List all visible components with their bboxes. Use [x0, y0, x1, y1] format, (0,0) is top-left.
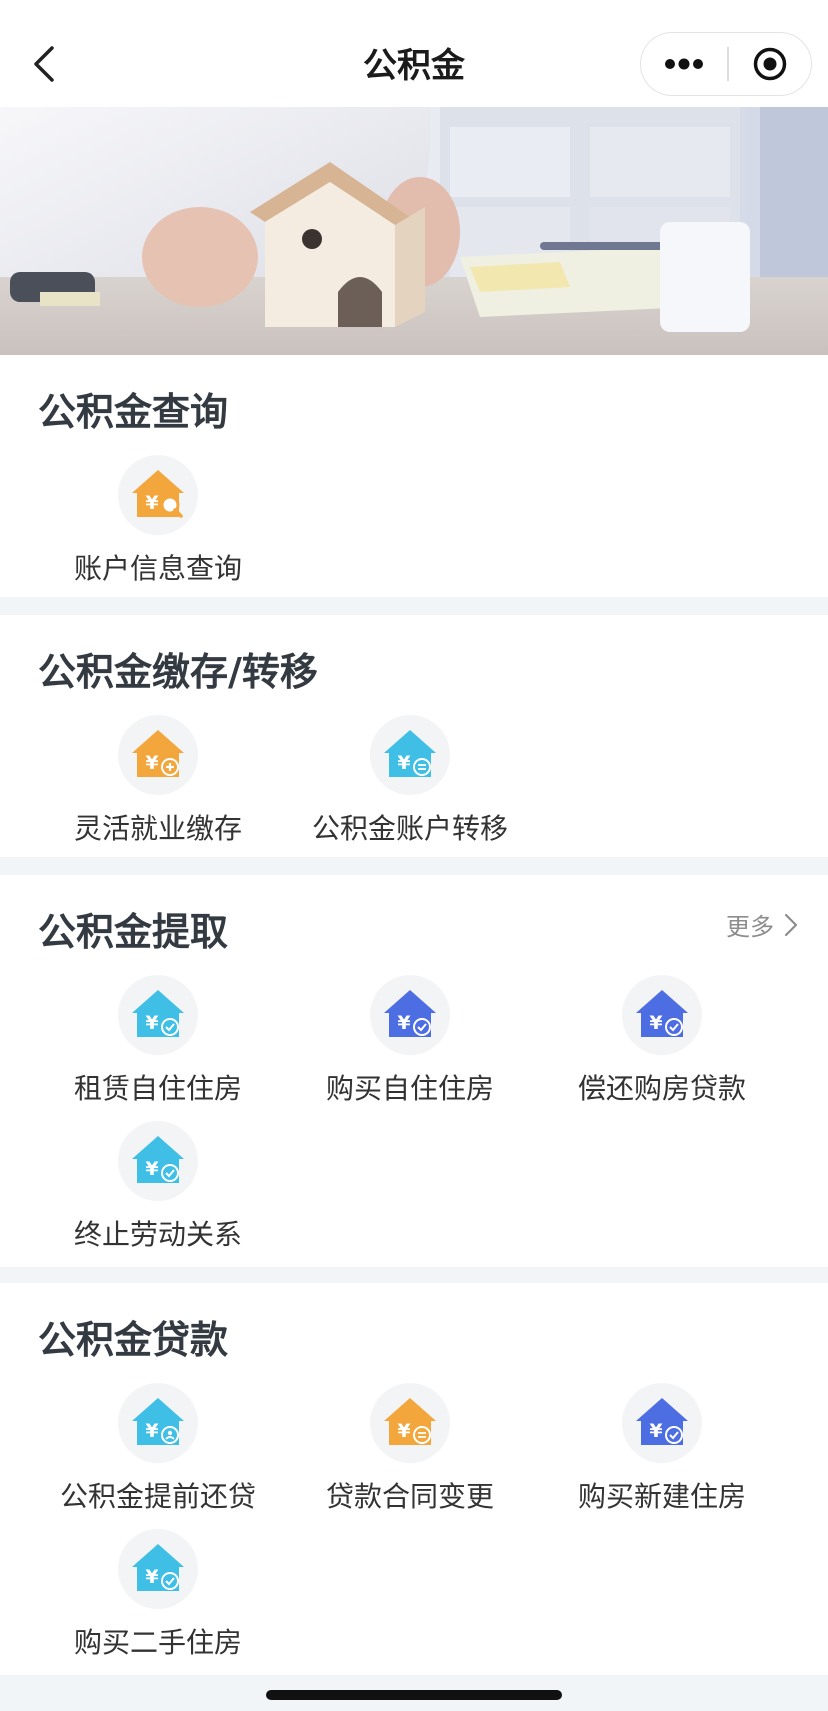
close-button[interactable]: [728, 33, 812, 94]
section-loan: 公积金贷款 ¥ 公积金提前还贷 ¥ 贷款合同变更 ¥ 购买新建住房 ¥ 购买二手…: [0, 1283, 828, 1675]
section-title: 公积金缴存/转移: [38, 650, 318, 694]
section-withdrawal: 公积金提取 更多 ¥ 租赁自住住房 ¥ 购买自住住房 ¥ 偿还购房贷款 ¥ 终止…: [0, 875, 828, 1267]
section-title: 公积金贷款: [38, 1318, 229, 1362]
grid-item-buy-second-hand-housing[interactable]: ¥ 购买二手住房: [32, 1529, 284, 1659]
banner-image[interactable]: [0, 107, 828, 355]
grid-item-label: 终止劳动关系: [73, 1218, 242, 1251]
target-close-icon: [753, 47, 787, 80]
house-check-icon: ¥: [132, 1136, 184, 1183]
section-query: 公积金查询 ¥ 账户信息查询: [0, 355, 828, 597]
section-title: 公积金查询: [38, 390, 229, 434]
icon-circle: ¥: [118, 455, 198, 535]
grid-item-buy-new-housing[interactable]: ¥ 购买新建住房: [536, 1383, 788, 1513]
icon-circle: ¥: [622, 975, 702, 1055]
grid-item-label: 公积金提前还贷: [59, 1480, 256, 1513]
house-check-icon: ¥: [132, 990, 184, 1037]
svg-text:¥: ¥: [145, 1566, 158, 1588]
grid-item-flexible-employment-deposit[interactable]: ¥ 灵活就业缴存: [32, 715, 284, 845]
icon-circle: ¥: [118, 975, 198, 1055]
section-title: 公积金提取: [38, 910, 229, 954]
home-indicator[interactable]: [266, 1690, 562, 1700]
house-person-icon: ¥: [132, 1398, 184, 1445]
grid-item-label: 账户信息查询: [73, 552, 242, 585]
svg-text:¥: ¥: [145, 752, 158, 774]
grid-item-label: 租赁自住住房: [73, 1072, 242, 1105]
more-dots-icon: [665, 58, 703, 69]
house-transfer-icon: ¥: [384, 730, 436, 777]
navigation-bar: 公积金: [0, 0, 828, 107]
house-check-icon: ¥: [636, 990, 688, 1037]
grid-item-label: 购买新建住房: [577, 1480, 746, 1513]
grid-item-label: 公积金账户转移: [311, 812, 508, 845]
icon-circle: ¥: [118, 1121, 198, 1201]
icon-circle: ¥: [118, 1529, 198, 1609]
section-deposit-transfer: 公积金缴存/转移 ¥ 灵活就业缴存 ¥ 公积金账户转移: [0, 615, 828, 857]
grid-item-purchase-housing[interactable]: ¥ 购买自住住房: [284, 975, 536, 1105]
icon-circle: ¥: [370, 715, 450, 795]
mini-program-capsule: [640, 32, 812, 96]
grid-item-early-repayment[interactable]: ¥ 公积金提前还贷: [32, 1383, 284, 1513]
grid-item-account-info-query[interactable]: ¥ 账户信息查询: [32, 455, 284, 585]
icon-circle: ¥: [370, 1383, 450, 1463]
svg-text:¥: ¥: [649, 1012, 662, 1034]
svg-text:¥: ¥: [397, 752, 410, 774]
house-search-icon: ¥: [132, 470, 184, 518]
house-check-icon: ¥: [384, 990, 436, 1037]
grid-item-label: 灵活就业缴存: [73, 812, 242, 845]
svg-text:¥: ¥: [145, 492, 158, 514]
icon-circle: ¥: [370, 975, 450, 1055]
grid-item-loan-contract-change[interactable]: ¥ 贷款合同变更: [284, 1383, 536, 1513]
grid-item-repay-mortgage[interactable]: ¥ 偿还购房贷款: [536, 975, 788, 1105]
more-button[interactable]: [641, 33, 727, 94]
more-link[interactable]: 更多: [726, 907, 798, 942]
house-plus-icon: ¥: [132, 730, 184, 777]
grid-item-terminate-labor[interactable]: ¥ 终止劳动关系: [32, 1121, 284, 1251]
grid-item-account-transfer[interactable]: ¥ 公积金账户转移: [284, 715, 536, 845]
svg-text:¥: ¥: [145, 1420, 158, 1442]
chevron-right-icon: [784, 913, 798, 936]
more-link-label: 更多: [726, 913, 774, 941]
icon-circle: ¥: [622, 1383, 702, 1463]
grid-item-label: 贷款合同变更: [325, 1480, 494, 1513]
svg-text:¥: ¥: [397, 1420, 410, 1442]
house-check-icon: ¥: [132, 1544, 184, 1591]
svg-text:¥: ¥: [145, 1158, 158, 1180]
icon-circle: ¥: [118, 1383, 198, 1463]
house-transfer-icon: ¥: [384, 1398, 436, 1445]
grid-item-label: 购买自住住房: [325, 1072, 494, 1105]
svg-text:¥: ¥: [397, 1012, 410, 1034]
svg-text:¥: ¥: [145, 1012, 158, 1034]
grid-item-label: 购买二手住房: [73, 1626, 242, 1659]
house-check-icon: ¥: [636, 1398, 688, 1445]
svg-text:¥: ¥: [649, 1420, 662, 1442]
grid-item-label: 偿还购房贷款: [577, 1072, 746, 1105]
grid-item-rent-housing[interactable]: ¥ 租赁自住住房: [32, 975, 284, 1105]
icon-circle: ¥: [118, 715, 198, 795]
banner-illustration: [0, 107, 828, 355]
